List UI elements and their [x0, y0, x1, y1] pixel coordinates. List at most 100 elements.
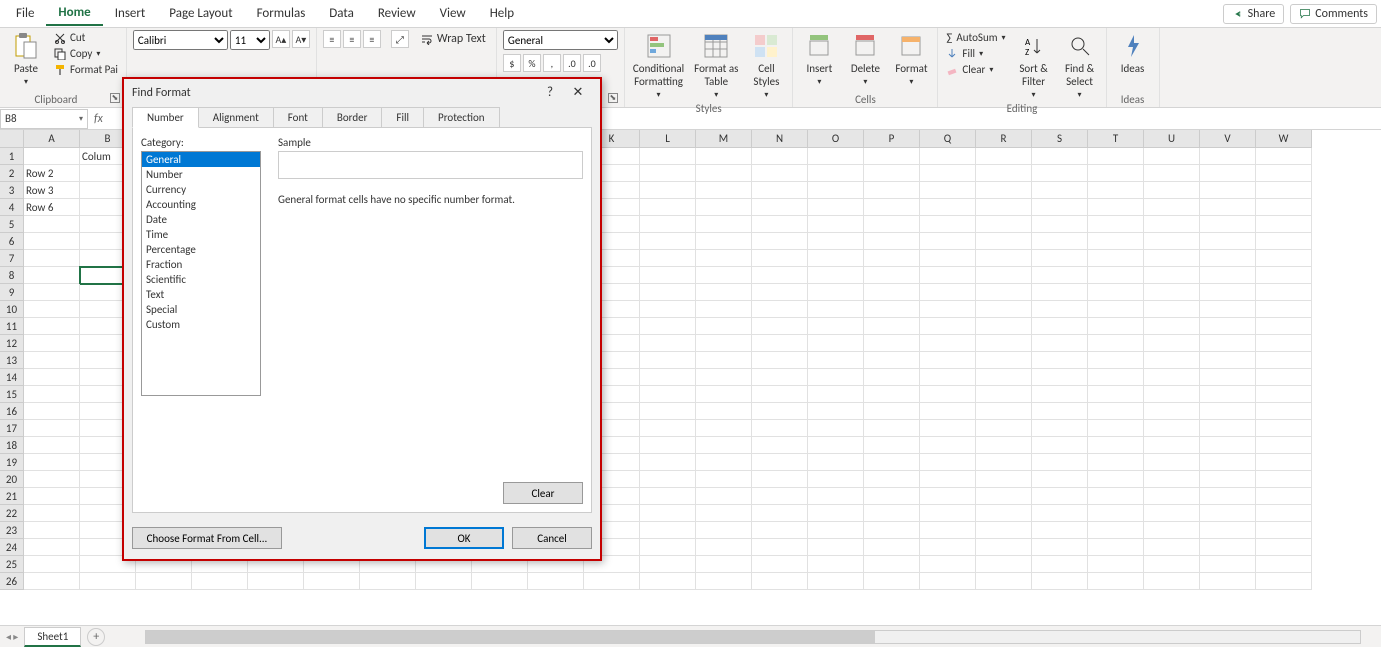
category-item[interactable]: Scientific — [142, 272, 260, 287]
row-header[interactable]: 15 — [0, 386, 24, 403]
cell[interactable] — [696, 437, 752, 454]
cell[interactable] — [808, 182, 864, 199]
cell[interactable] — [864, 233, 920, 250]
cell[interactable] — [1088, 454, 1144, 471]
paste-button[interactable]: Paste ▾ — [6, 30, 46, 89]
decrease-font-button[interactable]: A▾ — [292, 30, 310, 48]
cell[interactable] — [864, 488, 920, 505]
cell[interactable] — [1200, 182, 1256, 199]
cell[interactable] — [1032, 556, 1088, 573]
cell[interactable] — [976, 352, 1032, 369]
tab-data[interactable]: Data — [317, 2, 366, 25]
cell[interactable] — [24, 420, 80, 437]
cell[interactable] — [1256, 267, 1312, 284]
cell[interactable] — [1088, 352, 1144, 369]
cell[interactable] — [24, 522, 80, 539]
cell[interactable] — [696, 250, 752, 267]
cell[interactable] — [1144, 284, 1200, 301]
cell[interactable] — [976, 165, 1032, 182]
cell[interactable] — [1088, 437, 1144, 454]
cell[interactable] — [360, 573, 416, 590]
cell[interactable] — [1088, 420, 1144, 437]
cell[interactable] — [1144, 182, 1200, 199]
dialog-tab-fill[interactable]: Fill — [381, 107, 424, 128]
cell[interactable] — [1032, 216, 1088, 233]
cell[interactable] — [976, 199, 1032, 216]
cell[interactable] — [248, 573, 304, 590]
cell[interactable] — [696, 369, 752, 386]
row-header[interactable]: 22 — [0, 505, 24, 522]
tab-formulas[interactable]: Formulas — [245, 2, 318, 25]
cell[interactable] — [808, 318, 864, 335]
cell[interactable] — [1032, 403, 1088, 420]
comments-button[interactable]: Comments — [1290, 4, 1377, 24]
cell[interactable] — [752, 420, 808, 437]
row-header[interactable]: 4 — [0, 199, 24, 216]
category-item[interactable]: Text — [142, 287, 260, 302]
cell[interactable] — [696, 556, 752, 573]
cancel-button[interactable]: Cancel — [512, 527, 592, 549]
cell[interactable] — [640, 182, 696, 199]
cell[interactable] — [1032, 199, 1088, 216]
cell[interactable] — [752, 437, 808, 454]
cell[interactable] — [640, 148, 696, 165]
cell[interactable] — [1144, 420, 1200, 437]
cell[interactable] — [528, 573, 584, 590]
cell[interactable] — [416, 573, 472, 590]
cell[interactable] — [1088, 505, 1144, 522]
cell[interactable] — [1032, 301, 1088, 318]
cell[interactable] — [1088, 233, 1144, 250]
cell[interactable] — [808, 454, 864, 471]
cell[interactable] — [696, 148, 752, 165]
cell[interactable] — [864, 182, 920, 199]
cell[interactable] — [920, 148, 976, 165]
column-header[interactable]: R — [976, 130, 1032, 148]
cell[interactable] — [24, 488, 80, 505]
cell[interactable] — [640, 403, 696, 420]
cell[interactable]: Row 2 — [24, 165, 80, 182]
cell[interactable] — [640, 386, 696, 403]
cell[interactable] — [1200, 352, 1256, 369]
cell[interactable] — [1032, 267, 1088, 284]
cell[interactable] — [1032, 522, 1088, 539]
column-header[interactable]: A — [24, 130, 80, 148]
cell[interactable] — [1088, 471, 1144, 488]
cell[interactable] — [696, 318, 752, 335]
cell[interactable] — [1088, 267, 1144, 284]
row-header[interactable]: 2 — [0, 165, 24, 182]
cell[interactable] — [696, 454, 752, 471]
row-header[interactable]: 18 — [0, 437, 24, 454]
cell[interactable] — [584, 573, 640, 590]
cell[interactable] — [1200, 165, 1256, 182]
cell[interactable] — [1088, 403, 1144, 420]
cell[interactable] — [1256, 233, 1312, 250]
row-header[interactable]: 25 — [0, 556, 24, 573]
align-middle-button[interactable]: ≡ — [343, 30, 361, 48]
cell[interactable] — [696, 488, 752, 505]
font-size-select[interactable]: 11 — [230, 30, 270, 50]
row-header[interactable]: 6 — [0, 233, 24, 250]
cell[interactable] — [24, 284, 80, 301]
cell[interactable] — [808, 352, 864, 369]
tab-review[interactable]: Review — [366, 2, 428, 25]
cell[interactable] — [1144, 573, 1200, 590]
cell[interactable] — [1088, 369, 1144, 386]
cell[interactable] — [920, 318, 976, 335]
cell[interactable]: Row 3 — [24, 182, 80, 199]
cell[interactable] — [640, 318, 696, 335]
format-cells-button[interactable]: Format▾ — [891, 30, 931, 89]
category-item[interactable]: Currency — [142, 182, 260, 197]
cell[interactable] — [640, 522, 696, 539]
cell[interactable] — [752, 148, 808, 165]
ok-button[interactable]: OK — [424, 527, 504, 549]
cell[interactable] — [640, 250, 696, 267]
cell[interactable] — [920, 420, 976, 437]
increase-decimal-button[interactable]: .0 — [563, 54, 581, 72]
cell[interactable] — [696, 573, 752, 590]
cell[interactable] — [1088, 216, 1144, 233]
dialog-tab-border[interactable]: Border — [322, 107, 383, 128]
cell[interactable] — [976, 556, 1032, 573]
cell[interactable] — [752, 165, 808, 182]
cell[interactable] — [864, 199, 920, 216]
cell[interactable] — [920, 403, 976, 420]
